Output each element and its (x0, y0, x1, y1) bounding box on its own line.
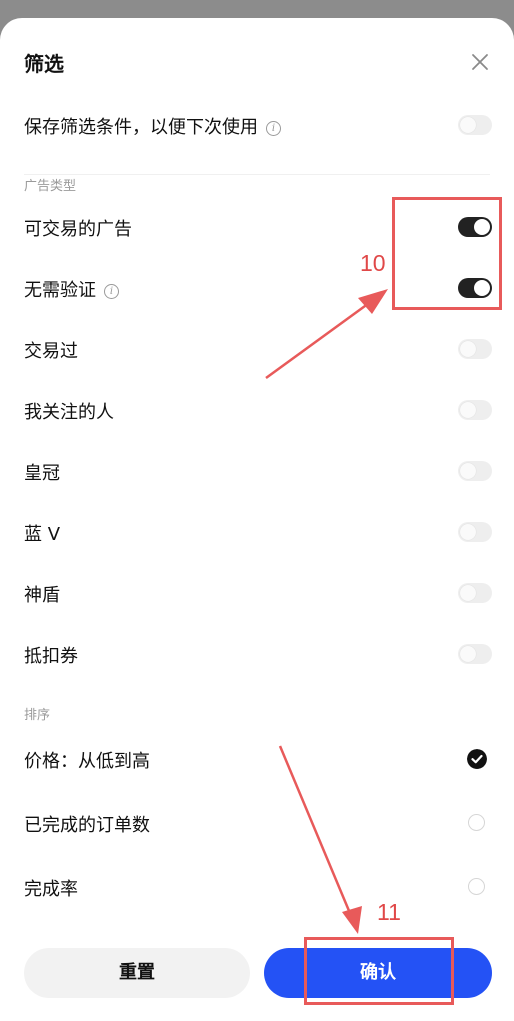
arrow-line-10 (265, 296, 377, 380)
arrow-head-10 (358, 289, 388, 314)
arrow-head-11 (342, 906, 362, 934)
annotation-arrows (265, 289, 388, 934)
arrow-line-11 (278, 745, 354, 919)
